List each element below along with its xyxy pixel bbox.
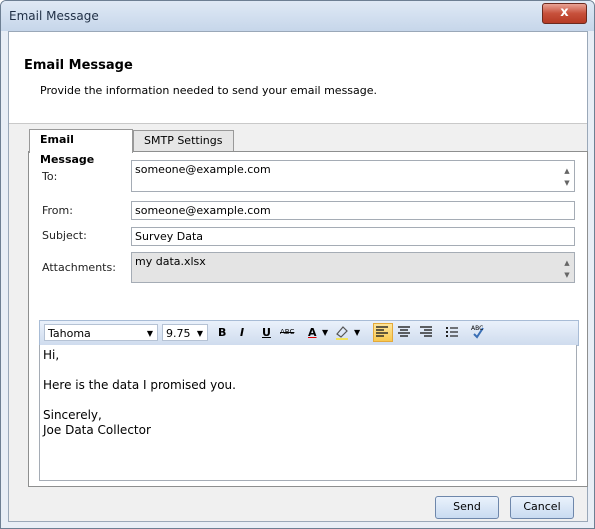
cancel-button[interactable]: Cancel xyxy=(510,496,574,519)
font-color-icon[interactable]: A xyxy=(308,324,317,341)
body-line: Sincerely, xyxy=(43,408,102,422)
subject-field[interactable]: Survey Data xyxy=(131,227,575,246)
align-center-icon[interactable] xyxy=(396,324,414,341)
tab-email-message[interactable]: Email Message xyxy=(29,129,133,166)
to-scrollbar[interactable]: ▲ ▼ xyxy=(562,165,572,189)
align-left-icon[interactable] xyxy=(373,323,393,342)
attachments-field[interactable]: my data.xlsx ▲ ▼ xyxy=(131,252,575,283)
chevron-down-icon[interactable]: ▼ xyxy=(322,324,328,341)
strikethrough-icon[interactable]: ABC xyxy=(280,324,294,341)
header-title: Email Message xyxy=(24,58,133,73)
header-subtitle: Provide the information needed to send y… xyxy=(40,84,378,97)
chevron-down-icon: ▼ xyxy=(196,329,203,338)
from-label: From: xyxy=(42,204,73,217)
spellcheck-label: ABC xyxy=(471,325,484,332)
bullet-list-icon[interactable] xyxy=(444,324,462,341)
highlight-icon[interactable] xyxy=(334,324,352,341)
spellcheck-icon[interactable]: ABC xyxy=(470,324,488,341)
font-select[interactable]: Tahoma ▼ xyxy=(44,324,158,341)
tab-smtp-settings[interactable]: SMTP Settings xyxy=(133,130,234,152)
from-field[interactable]: someone@example.com xyxy=(131,201,575,220)
font-value: Tahoma xyxy=(48,327,91,340)
email-message-panel: To: someone@example.com ▲ ▼ From: someone… xyxy=(28,151,588,487)
subject-label: Subject: xyxy=(42,229,87,242)
font-size-select[interactable]: 9.75 ▼ xyxy=(162,324,208,341)
bold-icon[interactable]: B xyxy=(218,324,226,341)
attachments-label: Attachments: xyxy=(42,261,116,274)
chevron-down-icon: ▼ xyxy=(146,329,153,338)
title-bar: Email Message x xyxy=(1,1,594,31)
align-right-icon[interactable] xyxy=(418,324,436,341)
attachments-scrollbar[interactable]: ▲ ▼ xyxy=(562,257,572,281)
body-line: Here is the data I promised you. xyxy=(43,378,236,392)
window-title: Email Message xyxy=(9,9,99,23)
email-message-window: Email Message x Email Message Provide th… xyxy=(0,0,595,529)
underline-icon[interactable]: U xyxy=(262,324,271,341)
close-icon: x xyxy=(560,5,569,20)
attachments-value: my data.xlsx xyxy=(135,255,206,268)
tab-label: SMTP Settings xyxy=(144,134,223,147)
chevron-down-icon[interactable]: ▼ xyxy=(354,324,360,341)
formatting-toolbar: Tahoma ▼ 9.75 ▼ B I U ABC A ▼ ▼ ABC xyxy=(39,320,579,346)
from-value: someone@example.com xyxy=(135,204,271,217)
font-size-value: 9.75 xyxy=(166,327,191,340)
header-panel: Email Message Provide the information ne… xyxy=(9,32,587,124)
tab-label: Email Message xyxy=(40,133,95,166)
message-body-editor[interactable]: Hi, Here is the data I promised you. Sin… xyxy=(39,345,577,481)
send-button[interactable]: Send xyxy=(435,496,499,519)
italic-icon[interactable]: I xyxy=(240,324,244,341)
cancel-label: Cancel xyxy=(523,500,561,513)
close-button[interactable]: x xyxy=(542,3,587,24)
body-line: Joe Data Collector xyxy=(43,423,151,437)
to-value: someone@example.com xyxy=(135,163,271,176)
dialog-body: Email Message Provide the information ne… xyxy=(8,31,588,522)
body-line xyxy=(43,363,573,378)
body-line: Hi, xyxy=(43,348,60,362)
send-label: Send xyxy=(453,500,481,513)
body-line xyxy=(43,393,573,408)
to-field[interactable]: someone@example.com ▲ ▼ xyxy=(131,160,575,192)
subject-value: Survey Data xyxy=(135,230,204,243)
to-label: To: xyxy=(42,170,58,183)
